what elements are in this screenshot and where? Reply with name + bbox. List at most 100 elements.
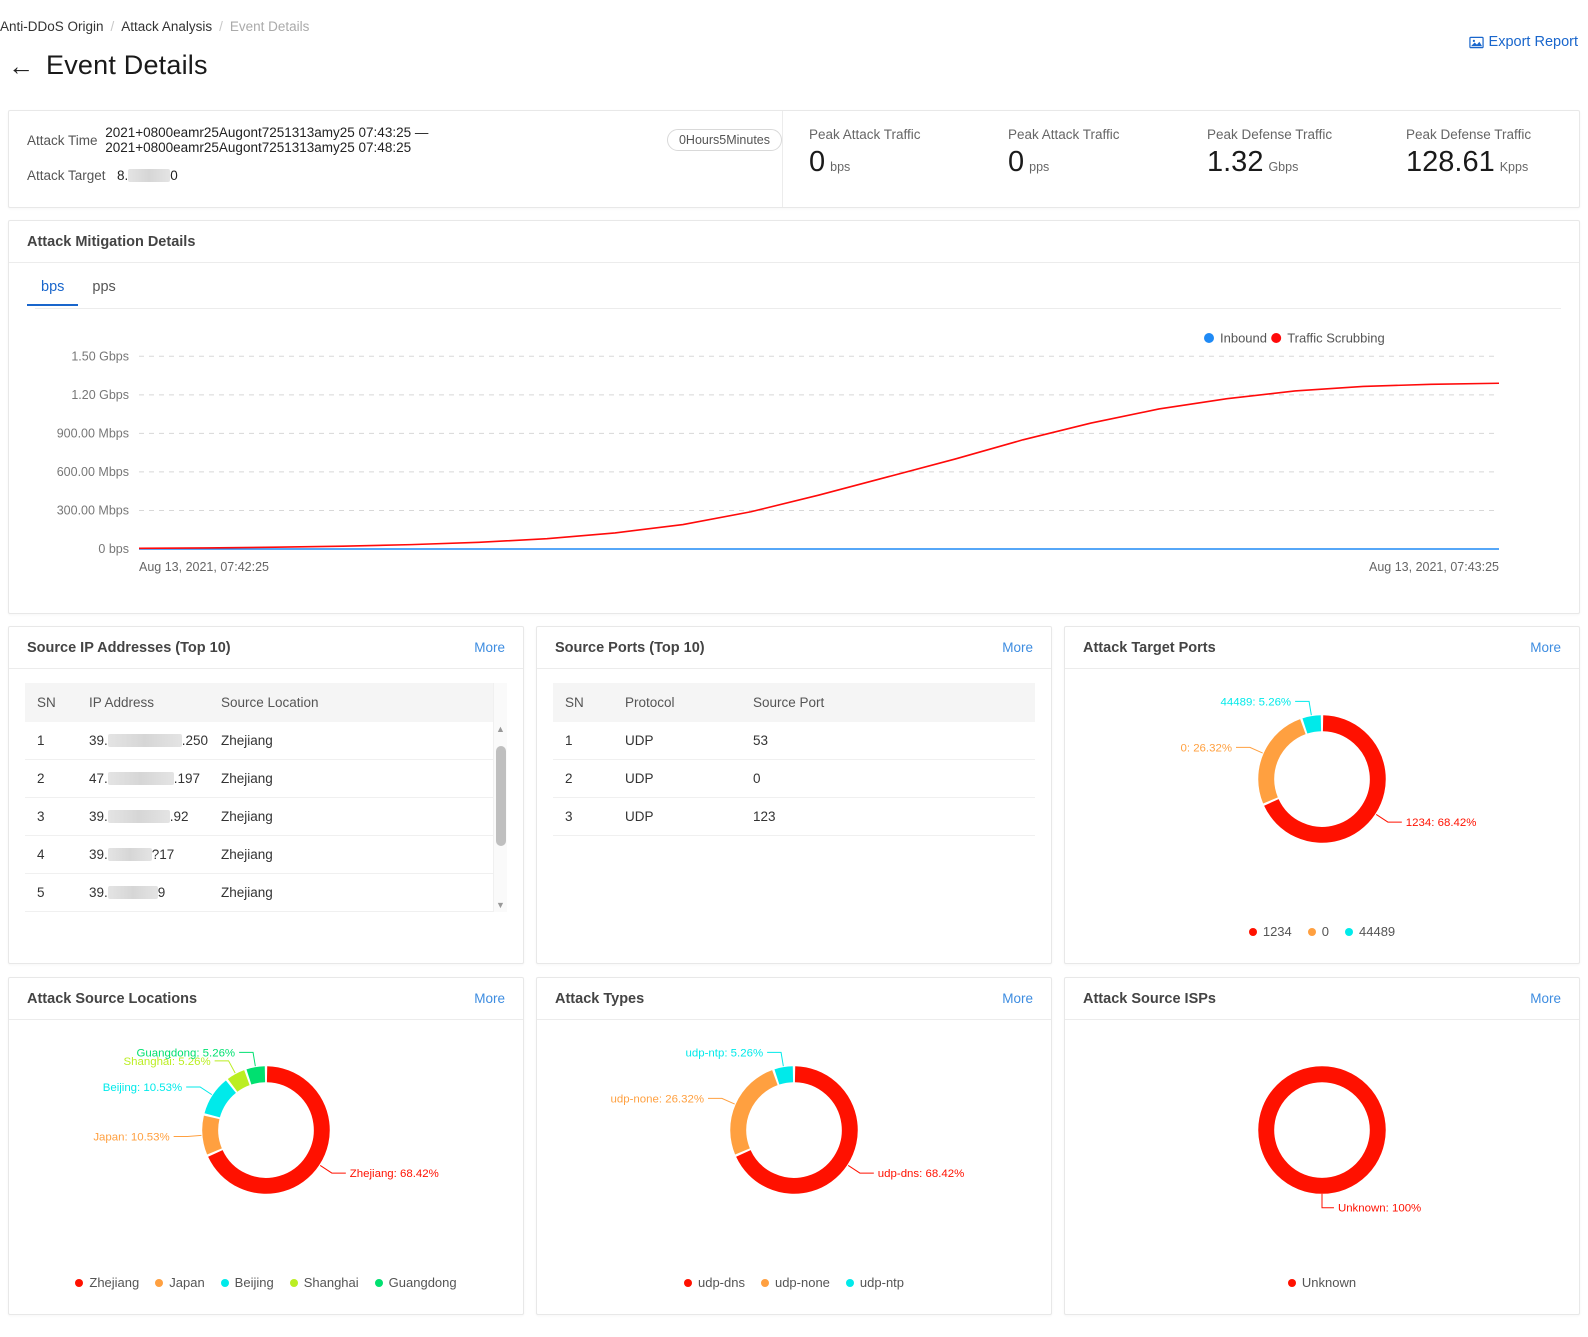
card-body: SN IP Address Source Location 1 39. .250 Zh… [9, 669, 523, 963]
svg-text:1234: 68.42%: 1234: 68.42% [1406, 817, 1477, 829]
table-row[interactable]: 3 39. .92 Zhejiang [25, 797, 507, 836]
cell-sn: 3 [553, 797, 613, 836]
attack-target-value: 8. 0 [117, 168, 178, 183]
card-header: Attack Types More [537, 978, 1051, 1020]
more-link[interactable]: More [474, 991, 505, 1006]
legend-swatch [155, 1278, 164, 1287]
cell-protocol: UDP [613, 722, 741, 760]
card-title: Attack Types [555, 990, 645, 1007]
metric-number: 0 [809, 146, 826, 178]
legend-label: 44489 [1359, 924, 1396, 939]
source-ip-table-wrap: SN IP Address Source Location 1 39. .250 Zh… [9, 669, 523, 912]
col-ip-address: IP Address [77, 683, 209, 722]
cell-source-location: Zhejiang [209, 722, 507, 760]
cell-ip-address: 39. .92 [77, 797, 209, 836]
attack-target-suffix: 0 [170, 168, 178, 183]
legend-item[interactable]: Guangdong [374, 1275, 457, 1290]
image-icon [1468, 35, 1484, 50]
table-row[interactable]: 1 UDP 53 [553, 722, 1035, 760]
event-details-page: Anti-DDoS Origin / Attack Analysis / Eve… [0, 0, 1588, 1337]
legend-item[interactable]: Shanghai [289, 1275, 359, 1290]
card-header: Attack Target Ports More [1065, 627, 1579, 669]
table-row[interactable]: 5 39. 9 Zhejiang [25, 873, 507, 912]
card-attack-source-isps: Attack Source ISPs More Unknown: 100% Un… [1064, 977, 1580, 1315]
legend-item[interactable]: 0 [1307, 924, 1329, 939]
card-header: Attack Source Locations More [9, 978, 523, 1020]
scrollbar-track[interactable] [494, 724, 507, 912]
card-body: Zhejiang: 68.42% Japan: 10.53% Beijing: 10… [9, 1020, 523, 1314]
legend-item[interactable]: udp-none [760, 1275, 830, 1290]
export-report-button[interactable]: Export Report [1468, 34, 1578, 50]
attack-summary-left: Attack Time 2021+0800eamr25Augont7251313… [9, 111, 783, 207]
mitigation-line-chart: 1.50 Gbps 1.20 Gbps 900.00 Mbps 600.00 Mbps… [9, 317, 1581, 607]
legend-item[interactable]: Beijing [220, 1275, 274, 1290]
attack-target-row: Attack Target 8. 0 [27, 168, 782, 183]
tabs-divider [35, 308, 1561, 309]
arrow-left-icon[interactable]: ← [8, 53, 34, 79]
cell-sn: 3 [25, 797, 77, 836]
metric-number: 0 [1008, 146, 1025, 178]
metric-value: 0 bps [809, 146, 982, 179]
metric-label: Peak Attack Traffic [1008, 127, 1120, 142]
more-link[interactable]: More [1530, 991, 1561, 1006]
legend-item[interactable]: udp-dns [683, 1275, 745, 1290]
more-link[interactable]: More [1002, 640, 1033, 655]
cell-sn: 2 [553, 759, 613, 798]
donut-svg: Zhejiang: 68.42% Japan: 10.53% Beijing: 10… [93, 1047, 439, 1194]
legend-label: Japan [169, 1275, 205, 1290]
legend-swatch [220, 1278, 229, 1287]
table-row[interactable]: 1 39. .250 Zhejiang [25, 722, 507, 760]
more-link[interactable]: More [474, 640, 505, 655]
donut-legend: 1234 0 44489 [1065, 924, 1579, 939]
svg-text:1.20 Gbps: 1.20 Gbps [71, 388, 129, 402]
attack-mitigation-title: Attack Mitigation Details [27, 233, 196, 250]
card-attack-target-ports: Attack Target Ports More 1234: 68.42% 0: … [1064, 626, 1580, 964]
legend-label: 1234 [1262, 924, 1292, 939]
card-header: Attack Source ISPs More [1065, 978, 1579, 1020]
donut-legend: udp-dns udp-none udp-ntp [537, 1275, 1051, 1290]
legend-item[interactable]: udp-ntp [845, 1275, 904, 1290]
more-link[interactable]: More [1002, 991, 1033, 1006]
card-source-ip-addresses: Source IP Addresses (Top 10) More SN IP … [8, 626, 524, 964]
card-header: Source Ports (Top 10) More [537, 627, 1051, 669]
svg-text:Traffic Scrubbing: Traffic Scrubbing [1287, 331, 1385, 346]
legend-item[interactable]: Unknown [1287, 1275, 1356, 1290]
legend-swatch [75, 1278, 84, 1287]
metric-label: Peak Defense Traffic [1406, 127, 1532, 142]
card-body: SN Protocol Source Port 1 UDP 53 2 UDP 0 3 UDP 1… [537, 669, 1051, 963]
donut-svg: 1234: 68.42% 0: 26.32% 44489: 5.26% [1180, 696, 1477, 843]
cell-sn: 5 [25, 873, 77, 912]
breadcrumb-item-anti-ddos-origin[interactable]: Anti-DDoS Origin [0, 19, 104, 34]
table-scrollbar[interactable]: ▲ ▼ [493, 683, 507, 912]
legend-item[interactable]: Zhejiang [75, 1275, 139, 1290]
legend-label: Guangdong [388, 1275, 457, 1290]
legend-item[interactable]: 1234 [1248, 924, 1292, 939]
table-row[interactable]: 2 UDP 0 [553, 759, 1035, 798]
col-source-location: Source Location [209, 683, 507, 722]
cell-ip-address: 47. .197 [77, 759, 209, 798]
breadcrumb-item-attack-analysis[interactable]: Attack Analysis [121, 19, 212, 34]
donut-attack-target-ports: 1234: 68.42% 0: 26.32% 44489: 5.26% 1234 0 4… [1065, 669, 1579, 963]
table-row[interactable]: 3 UDP 123 [553, 797, 1035, 836]
table-row[interactable]: 4 39. ?17 Zhejiang [25, 835, 507, 874]
chevron-down-icon[interactable]: ▼ [494, 900, 507, 910]
attack-time-value: 2021+0800eamr25Augont7251313amy25 07:43:… [105, 125, 429, 155]
scrollbar-thumb[interactable] [496, 746, 506, 846]
legend-swatch [1307, 927, 1316, 936]
legend-item[interactable]: Japan [155, 1275, 205, 1290]
metric-number: 1.32 [1207, 146, 1264, 178]
card-body: Unknown: 100% Unknown [1065, 1020, 1579, 1314]
tab-bps[interactable]: bps [27, 269, 79, 306]
legend-label: Zhejiang [89, 1275, 140, 1290]
cell-protocol: UDP [613, 797, 741, 836]
table-row[interactable]: 2 47. .197 Zhejiang [25, 759, 507, 798]
export-report-label: Export Report [1488, 34, 1578, 50]
line-chart-svg: 1.50 Gbps 1.20 Gbps 900.00 Mbps 600.00 Mbps… [57, 331, 1499, 575]
card-attack-source-locations: Attack Source Locations More Zhejiang: 6… [8, 977, 524, 1315]
more-link[interactable]: More [1530, 640, 1561, 655]
cell-source-port: 0 [741, 759, 1035, 798]
legend-item[interactable]: 44489 [1345, 924, 1395, 939]
tab-pps[interactable]: pps [78, 269, 129, 306]
donut-legend: Unknown [1065, 1275, 1579, 1290]
page-title-row: ← Event Details [8, 50, 208, 81]
